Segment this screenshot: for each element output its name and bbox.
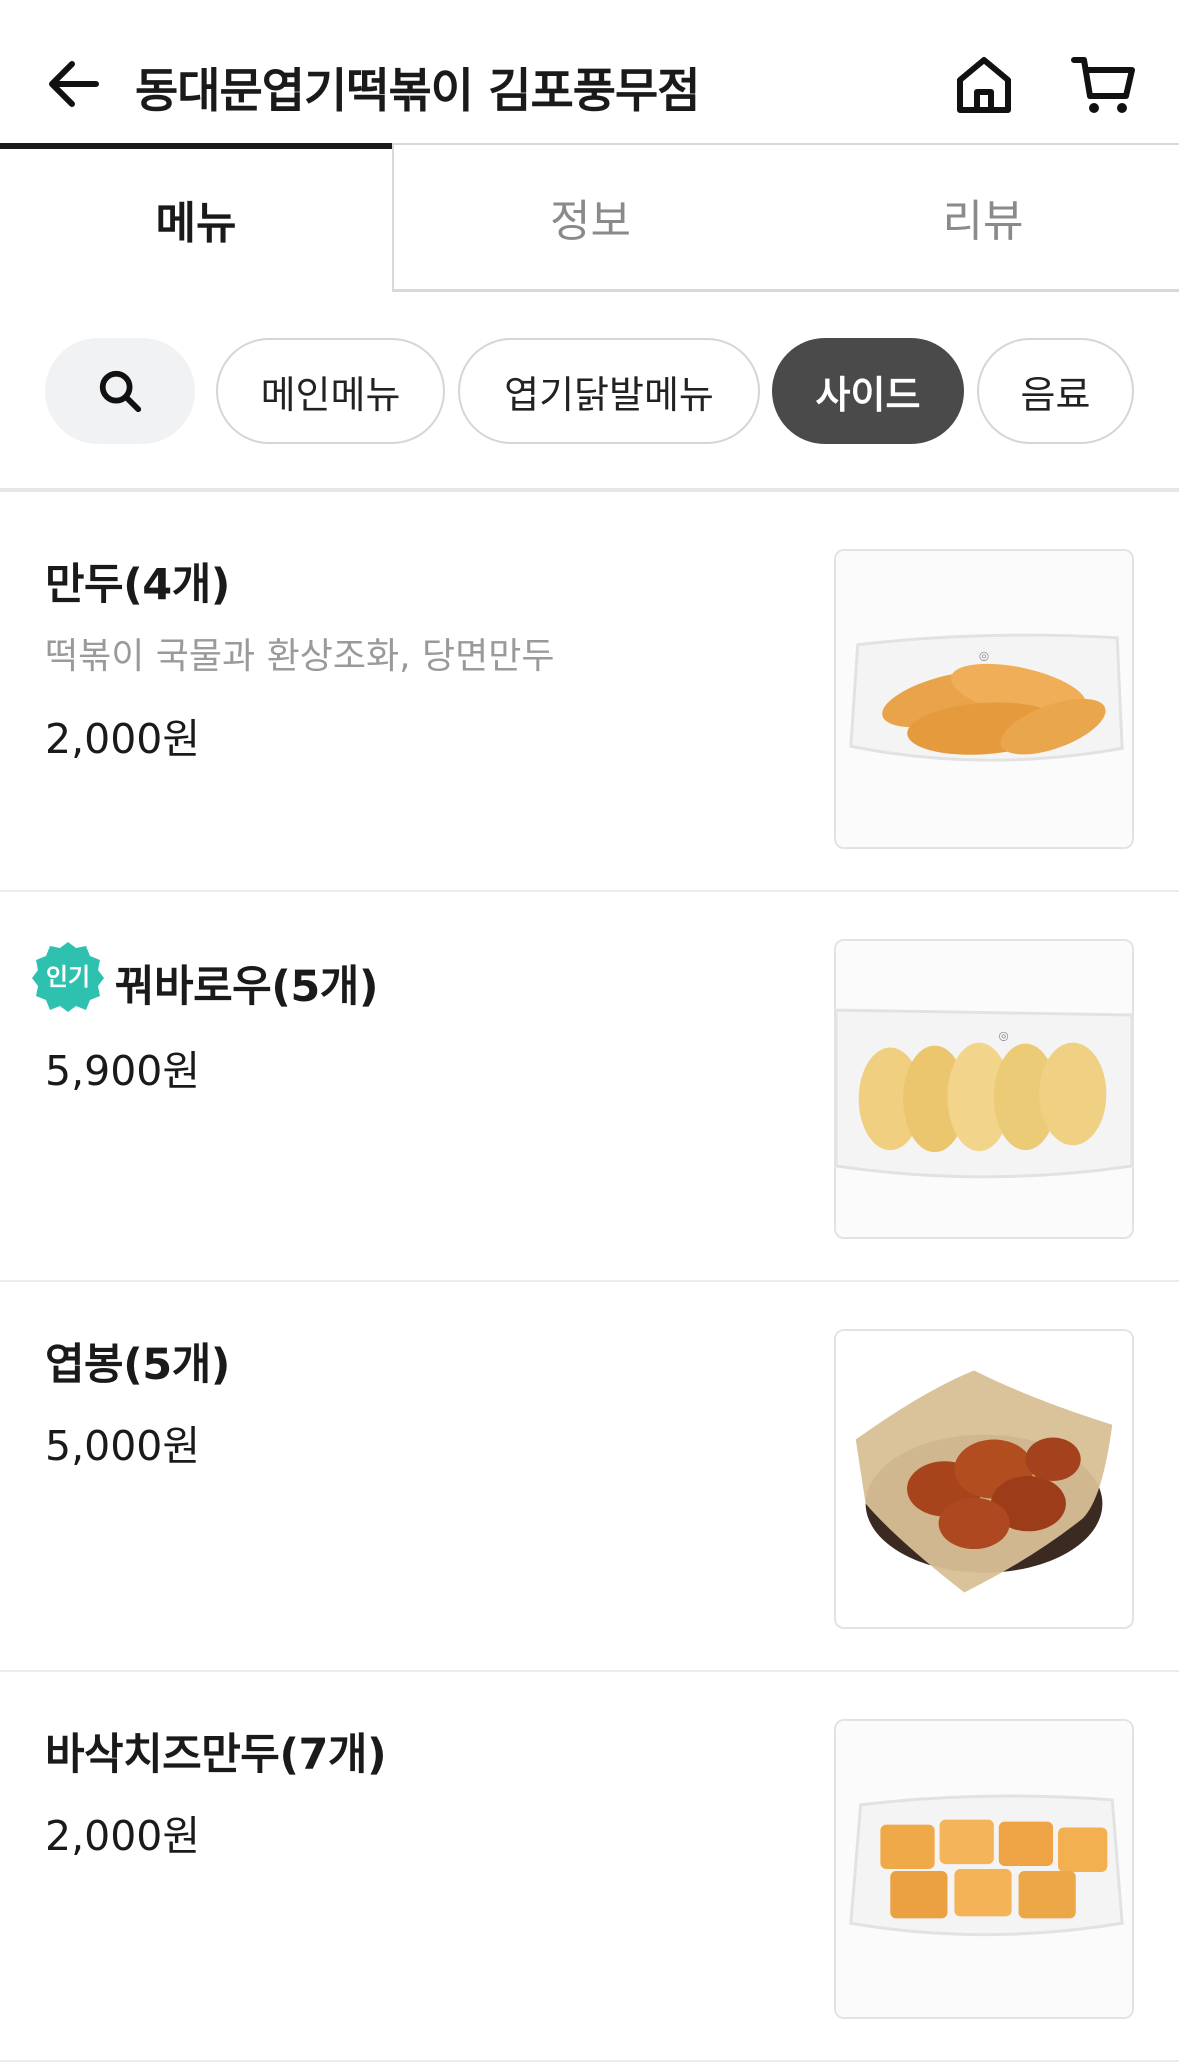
menu-item-image: ◎ [834, 939, 1134, 1239]
menu-item-description: 떡볶이 국물과 환상조화, 당면만두 [45, 636, 555, 677]
fried-wings-basket-image [836, 1331, 1132, 1627]
menu-item-name: 엽봉(5개) [45, 1340, 230, 1390]
menu-item[interactable]: 엽봉(5개) 5,000원 [0, 1282, 1179, 1672]
popular-badge-label: 인기 [46, 963, 90, 991]
section-divider [0, 488, 1179, 492]
chip-drinks-label: 음료 [1020, 372, 1091, 417]
menu-item-price: 2,000원 [45, 715, 201, 763]
menu-item[interactable]: 바삭치즈만두(7개) 2,000원 [0, 1672, 1179, 2062]
tab-info-label: 정보 [550, 196, 631, 247]
menu-item-image [834, 1719, 1134, 2019]
popular-badge-icon: 인기 [32, 942, 104, 1012]
dumpling-plate-image: ◎ [836, 551, 1132, 847]
search-icon [99, 370, 142, 413]
menu-item-price: 2,000원 [45, 1812, 201, 1860]
tab-divider [392, 289, 1179, 292]
store-tabs: 메뉴 정보 리뷰 [0, 143, 1179, 293]
app-header: 동대문엽기떡볶이 김포풍무점 [0, 0, 1179, 150]
tab-review[interactable]: 리뷰 [787, 143, 1179, 289]
tab-info[interactable]: 정보 [392, 143, 787, 289]
svg-text:◎: ◎ [999, 1029, 1009, 1043]
svg-text:◎: ◎ [979, 649, 989, 663]
chip-side[interactable]: 사이드 [772, 338, 964, 444]
menu-item-name: 만두(4개) [45, 560, 230, 610]
menu-item-image [834, 1329, 1134, 1629]
store-title: 동대문엽기떡볶이 김포풍무점 [135, 64, 700, 119]
chip-chicken-feet-menu-label: 엽기닭발메뉴 [504, 372, 714, 417]
menu-item-price: 5,000원 [45, 1422, 201, 1470]
arrow-left-icon [49, 61, 99, 107]
cheese-dumpling-plate-image [836, 1721, 1132, 2017]
cart-icon [1071, 57, 1135, 113]
chip-chicken-feet-menu[interactable]: 엽기닭발메뉴 [458, 338, 760, 444]
category-chips: 메인메뉴 엽기닭발메뉴 사이드 음료 [0, 338, 1179, 446]
tab-menu-label: 메뉴 [155, 198, 237, 249]
chip-main-menu[interactable]: 메인메뉴 [216, 338, 445, 444]
menu-item-name: 꿔바로우(5개) [115, 962, 379, 1012]
menu-item[interactable]: 인기 꿔바로우(5개) 5,900원 ◎ [0, 892, 1179, 1282]
tab-menu[interactable]: 메뉴 [0, 143, 392, 289]
chip-main-menu-label: 메인메뉴 [260, 372, 401, 417]
menu-search-button[interactable] [45, 338, 195, 444]
home-icon [957, 57, 1011, 113]
menu-item[interactable]: 만두(4개) 떡볶이 국물과 환상조화, 당면만두 2,000원 ◎ [0, 502, 1179, 892]
menu-item-name: 바삭치즈만두(7개) [45, 1730, 387, 1780]
chip-drinks[interactable]: 음료 [977, 338, 1134, 444]
menu-item-price: 5,900원 [45, 1047, 201, 1095]
chip-side-label: 사이드 [815, 372, 921, 417]
crispy-pork-plate-image: ◎ [836, 941, 1132, 1237]
menu-item-image: ◎ [834, 549, 1134, 849]
home-button[interactable] [950, 50, 1018, 118]
back-button[interactable] [40, 50, 108, 118]
cart-button[interactable] [1070, 50, 1138, 118]
tab-review-label: 리뷰 [942, 196, 1024, 247]
